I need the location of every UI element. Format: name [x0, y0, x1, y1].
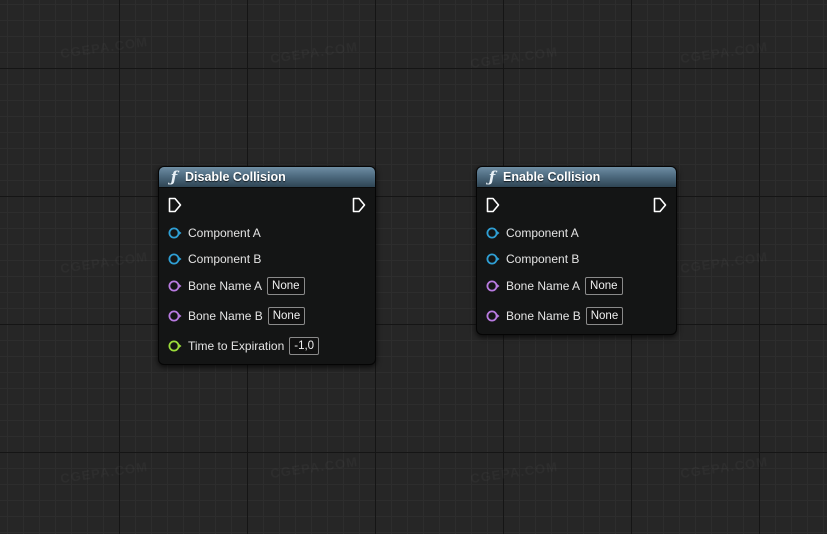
pin-label: Bone Name A: [188, 279, 263, 293]
exec-output-pin-icon[interactable]: [653, 197, 667, 213]
watermark: CGEPA.COM: [679, 454, 768, 481]
pin-label: Bone Name B: [188, 309, 263, 323]
function-icon: ƒ: [488, 167, 496, 186]
enable-collision-node[interactable]: ƒ Enable Collision Component A Component…: [476, 166, 677, 335]
watermark: CGEPA.COM: [59, 459, 148, 486]
pin-label: Component A: [506, 226, 579, 240]
float-pin-icon[interactable]: [168, 339, 182, 353]
disable-collision-node[interactable]: ƒ Disable Collision Component A Componen…: [158, 166, 376, 365]
bone-name-b-input[interactable]: None: [267, 307, 306, 325]
pin-label: Component B: [506, 252, 580, 266]
watermark: CGEPA.COM: [469, 44, 558, 71]
pin-label: Bone Name B: [506, 309, 581, 323]
watermark: CGEPA.COM: [269, 39, 358, 66]
node-header[interactable]: ƒ Enable Collision: [477, 167, 676, 188]
object-pin-icon[interactable]: [168, 252, 182, 266]
name-pin-icon[interactable]: [168, 309, 182, 323]
pin-component-a[interactable]: Component A: [159, 223, 261, 243]
object-pin-icon[interactable]: [486, 252, 500, 266]
exec-row: [159, 197, 375, 217]
watermark: CGEPA.COM: [59, 249, 148, 276]
name-pin-icon[interactable]: [486, 279, 500, 293]
exec-row: [477, 197, 676, 217]
node-title: Disable Collision: [185, 170, 286, 184]
pin-bone-name-b[interactable]: Bone Name B None: [477, 306, 624, 326]
pin-label: Bone Name A: [506, 279, 581, 293]
name-pin-icon[interactable]: [168, 279, 182, 293]
exec-input-pin-icon[interactable]: [486, 197, 500, 213]
object-pin-icon[interactable]: [486, 226, 500, 240]
bone-name-a-input[interactable]: None: [267, 277, 305, 295]
pin-bone-name-a[interactable]: Bone Name A None: [159, 276, 305, 296]
name-pin-icon[interactable]: [486, 309, 500, 323]
watermark: CGEPA.COM: [59, 34, 148, 61]
pin-label: Time to Expiration: [188, 339, 285, 353]
bone-name-b-input[interactable]: None: [585, 307, 624, 325]
node-title: Enable Collision: [503, 170, 601, 184]
watermark: CGEPA.COM: [679, 249, 768, 276]
pin-component-b[interactable]: Component B: [159, 249, 261, 269]
object-pin-icon[interactable]: [168, 226, 182, 240]
bone-name-a-input[interactable]: None: [585, 277, 623, 295]
pin-bone-name-b[interactable]: Bone Name B None: [159, 306, 306, 326]
pin-component-a[interactable]: Component A: [477, 223, 579, 243]
pin-label: Component A: [188, 226, 261, 240]
watermark: CGEPA.COM: [679, 39, 768, 66]
watermark: CGEPA.COM: [269, 454, 358, 481]
exec-output-pin-icon[interactable]: [352, 197, 366, 213]
function-icon: ƒ: [170, 167, 178, 186]
pin-label: Component B: [188, 252, 262, 266]
exec-input-pin-icon[interactable]: [168, 197, 182, 213]
pin-component-b[interactable]: Component B: [477, 249, 579, 269]
pin-bone-name-a[interactable]: Bone Name A None: [477, 276, 623, 296]
pin-time-to-expiration[interactable]: Time to Expiration -1,0: [159, 336, 320, 356]
node-header[interactable]: ƒ Disable Collision: [159, 167, 375, 188]
time-to-expiration-input[interactable]: -1,0: [289, 337, 320, 355]
watermark: CGEPA.COM: [469, 459, 558, 486]
